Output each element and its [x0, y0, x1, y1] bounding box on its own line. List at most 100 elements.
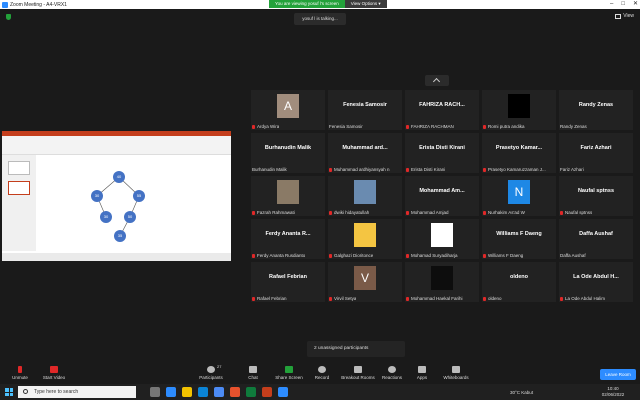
participant-tile[interactable]: Mohammad Haekal Farihi	[405, 262, 479, 302]
mic-muted-icon	[252, 296, 255, 301]
participant-tile[interactable]: oldeno oldeno	[482, 262, 556, 302]
taskbar-clock[interactable]: 10:40 02/06/2022	[600, 386, 626, 398]
excel-icon[interactable]	[246, 387, 256, 397]
mic-muted-icon	[252, 210, 255, 215]
participant-display-name: Rafael Febrian	[269, 274, 307, 280]
mic-muted-icon	[406, 253, 409, 258]
participant-tile[interactable]: V Virvil Setya	[328, 262, 402, 302]
participant-name-tag: Fariz Azhari	[560, 167, 584, 172]
firefox-icon[interactable]	[230, 387, 240, 397]
participant-tile[interactable]: Fenesia Samosir Fenesia Samosir	[328, 90, 402, 130]
participant-tile[interactable]: Naufal sptnss Naufal sptnss	[559, 176, 633, 216]
participants-button[interactable]: Participants 27	[191, 363, 231, 384]
participant-avatar	[277, 180, 299, 204]
participant-display-name: Fenesia Samosir	[343, 102, 387, 108]
participant-tile[interactable]: Prasetyo Kamar... Prasetyo Kamaruzzaman J…	[482, 133, 556, 173]
close-button[interactable]: ✕	[633, 0, 638, 9]
participant-display-name: Fariz Azhari	[580, 145, 612, 151]
system-tray: 30°C Kabut	[510, 384, 533, 400]
whiteboards-label: Whiteboards	[443, 375, 469, 380]
participant-tile[interactable]: Burhanudin Malik Burhanudin Malik	[251, 133, 325, 173]
participants-label: Participants	[199, 375, 223, 380]
participant-tile[interactable]: Daffa Aushaf Daffa Aushaf	[559, 219, 633, 259]
powerpoint-icon[interactable]	[262, 387, 272, 397]
leave-room-button[interactable]: Leave Room	[600, 369, 636, 380]
participant-name-tag: Mohamad Suryadiharja	[406, 253, 458, 258]
participant-tile[interactable]: N Nurhakim As'ad W	[482, 176, 556, 216]
participant-name-tag: Muhammad ardhiyansyah n	[329, 167, 390, 172]
participant-avatar	[431, 223, 453, 247]
search-icon	[23, 389, 28, 394]
participant-tile[interactable]: Fariz Azhari Fariz Azhari	[559, 133, 633, 173]
participant-name-tag: Romi putra andika	[483, 124, 525, 129]
participant-name-tag: dwiki hidayatullah	[329, 210, 369, 215]
mic-muted-icon	[329, 296, 332, 301]
participant-tile[interactable]: Muhammad ard... Muhammad ardhiyansyah n	[328, 133, 402, 173]
participant-tile[interactable]: Romi putra andika	[482, 90, 556, 130]
participant-tile[interactable]: Rafael Febrian Rafael Febrian	[251, 262, 325, 302]
apps-label: Apps	[416, 375, 428, 380]
mic-muted-icon	[483, 167, 486, 172]
participant-name-tag: oldeno	[483, 296, 502, 301]
breakout-rooms-icon	[354, 366, 362, 373]
participant-tile[interactable]: Erista Disti Kirani Erista Disti Kirani	[405, 133, 479, 173]
share-banner: You are viewing yosuf l's screen View Op…	[269, 0, 387, 8]
participant-display-name: La Ode Abdul H...	[573, 274, 619, 280]
taskbar-search-box[interactable]: Type here to search	[18, 386, 136, 398]
participant-name-tag: Ferdy Ananta Rusdianto	[252, 253, 305, 258]
shared-screen[interactable]: 40 30 55 30 50 35	[2, 131, 231, 261]
start-video-button[interactable]: Start Video	[34, 363, 74, 384]
participant-name: Virvil Setya	[334, 296, 357, 301]
zoom-taskbar-icon[interactable]	[278, 387, 288, 397]
participant-tile[interactable]: Ferdy Ananta R... Ferdy Ananta Rusdianto	[251, 219, 325, 259]
participant-tile[interactable]: FAHRIZA RACH... FAHRIZA RACHMAN	[405, 90, 479, 130]
participant-name: Fariz Azhari	[560, 167, 584, 172]
participant-tile[interactable]: Randy Zenas Randy Zenas	[559, 90, 633, 130]
participant-tile[interactable]: A Ardya Wira	[251, 90, 325, 130]
chrome-icon[interactable]	[214, 387, 224, 397]
participant-name: Rafael Febrian	[257, 296, 287, 301]
mic-muted-icon	[406, 210, 409, 215]
participant-tile[interactable]: Galghazi Dioritonce	[328, 219, 402, 259]
slide-canvas: 40 30 55 30 50 35	[40, 159, 226, 247]
participant-tile[interactable]: Williams F Daeng Williams F Daeng	[482, 219, 556, 259]
share-screen-icon	[285, 366, 293, 373]
shared-app-titlebar	[2, 131, 231, 136]
whiteboards-button[interactable]: Whiteboards	[436, 363, 476, 384]
video-off-icon	[50, 366, 58, 373]
participant-name: Mohammad Amjad	[411, 210, 449, 215]
unassigned-participants-notice[interactable]: 2 unassigned participants	[307, 341, 405, 357]
windows-start-icon[interactable]	[5, 388, 13, 396]
view-button[interactable]: View	[615, 13, 634, 19]
participant-tile[interactable]: La Ode Abdul H... La Ode Abdul Halim	[559, 262, 633, 302]
view-options-button[interactable]: View Options ▾	[344, 0, 387, 8]
mic-muted-icon	[560, 296, 563, 301]
weather-label[interactable]: 30°C Kabut	[510, 390, 533, 395]
store-icon[interactable]	[198, 387, 208, 397]
record-button[interactable]: Record	[302, 363, 342, 384]
mic-muted-icon	[483, 124, 486, 129]
participant-avatar: N	[508, 180, 530, 204]
mic-muted-icon	[483, 296, 486, 301]
slide-thumbnails	[2, 155, 36, 251]
participant-name: Prasetyo Kamaruzzaman J...	[488, 167, 546, 172]
file-explorer-icon[interactable]	[182, 387, 192, 397]
participant-name-tag: Daffa Aushaf	[560, 253, 586, 258]
chat-button[interactable]: Chat	[233, 363, 273, 384]
participant-tile[interactable]: Mohamad Suryadiharja	[405, 219, 479, 259]
encryption-shield-icon[interactable]	[6, 14, 11, 20]
mic-muted-icon	[406, 167, 409, 172]
participant-tile[interactable]: Fazrah Rahmawati	[251, 176, 325, 216]
participant-tile[interactable]: dwiki hidayatullah	[328, 176, 402, 216]
participant-name: Romi putra andika	[488, 124, 525, 129]
edge-icon[interactable]	[166, 387, 176, 397]
collapse-gallery-button[interactable]	[425, 75, 449, 86]
tree-node: 35	[114, 230, 126, 242]
task-view-icon[interactable]	[150, 387, 160, 397]
minimize-button[interactable]: –	[610, 0, 613, 9]
maximize-button[interactable]: □	[621, 0, 625, 9]
participant-tile[interactable]: Mohammad Am... Mohammad Amjad	[405, 176, 479, 216]
participant-name-tag: Naufal sptnss	[560, 210, 592, 215]
record-icon	[318, 366, 326, 373]
chevron-up-icon	[432, 77, 441, 86]
